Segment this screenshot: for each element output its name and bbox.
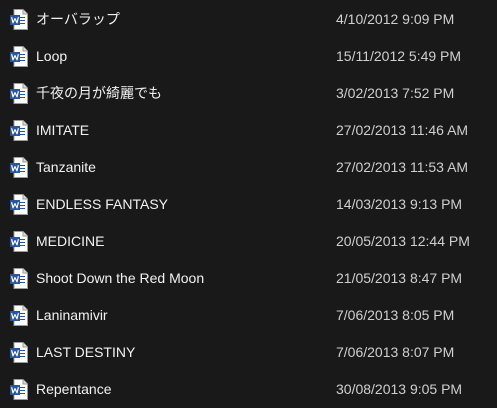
file-row[interactable]: Shoot Down the Red Moon 21/05/2013 8:47 …: [0, 260, 497, 297]
file-modified-date: 27/02/2013 11:46 AM: [336, 122, 469, 138]
word-document-icon: [10, 379, 28, 400]
file-modified-date: 20/05/2013 12:44 PM: [336, 233, 470, 249]
file-name: IMITATE: [36, 122, 90, 138]
file-row[interactable]: LAST DESTINY 7/06/2013 8:07 PM: [0, 334, 497, 371]
file-modified-date: 4/10/2012 9:09 PM: [336, 11, 455, 27]
word-document-icon: [10, 342, 28, 363]
file-modified-date: 7/06/2013 8:07 PM: [336, 344, 455, 360]
file-name: LAST DESTINY: [36, 344, 136, 360]
word-document-icon: [10, 120, 28, 141]
file-name: Loop: [36, 48, 68, 64]
word-document-icon: [10, 83, 28, 104]
file-modified-date: 21/05/2013 8:47 PM: [336, 270, 463, 286]
file-row[interactable]: ENDLESS FANTASY 14/03/2013 9:13 PM: [0, 186, 497, 223]
file-row[interactable]: Tanzanite 27/02/2013 11:53 AM: [0, 149, 497, 186]
word-document-icon: [10, 305, 28, 326]
file-modified-date: 30/08/2013 9:05 PM: [336, 381, 463, 397]
file-modified-date: 7/06/2013 8:05 PM: [336, 307, 455, 323]
word-document-icon: [10, 268, 28, 289]
word-document-icon: [10, 9, 28, 30]
file-name: 千夜の月が綺麗でも: [36, 85, 162, 101]
word-document-icon: [10, 231, 28, 252]
file-name: ENDLESS FANTASY: [36, 196, 169, 212]
file-name: Laninamivir: [36, 307, 108, 323]
file-row[interactable]: MEDICINE 20/05/2013 12:44 PM: [0, 223, 497, 260]
file-name: MEDICINE: [36, 233, 105, 249]
file-name: Repentance: [36, 381, 112, 397]
file-modified-date: 3/02/2013 7:52 PM: [336, 85, 455, 101]
file-name: Shoot Down the Red Moon: [36, 270, 205, 286]
file-modified-date: 27/02/2013 11:53 AM: [336, 159, 469, 175]
word-document-icon: [10, 46, 28, 67]
file-row[interactable]: Loop 15/11/2012 5:49 PM: [0, 38, 497, 75]
file-name: オーバラップ: [36, 11, 120, 27]
word-document-icon: [10, 194, 28, 215]
file-row[interactable]: オーバラップ 4/10/2012 9:09 PM: [0, 1, 497, 38]
file-name: Tanzanite: [36, 159, 96, 175]
file-row[interactable]: Repentance 30/08/2013 9:05 PM: [0, 371, 497, 408]
word-document-icon: [10, 157, 28, 178]
file-row[interactable]: IMITATE 27/02/2013 11:46 AM: [0, 112, 497, 149]
file-row[interactable]: 千夜の月が綺麗でも 3/02/2013 7:52 PM: [0, 75, 497, 112]
file-list: オーバラップ 4/10/2012 9:09 PM Loop 15/11/2012…: [0, 0, 497, 407]
file-modified-date: 14/03/2013 9:13 PM: [336, 196, 463, 212]
file-row[interactable]: Laninamivir 7/06/2013 8:05 PM: [0, 297, 497, 334]
file-modified-date: 15/11/2012 5:49 PM: [336, 48, 462, 64]
